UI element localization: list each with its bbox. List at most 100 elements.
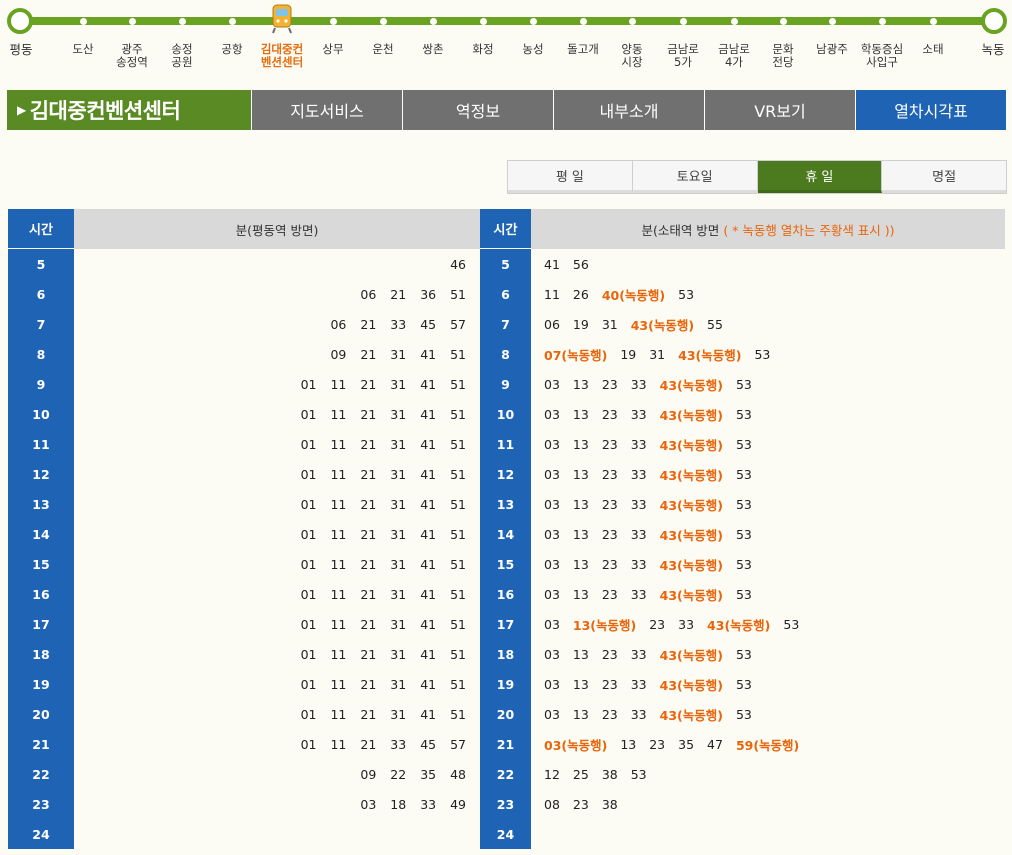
hour-cell: 15: [32, 556, 50, 572]
departure-minute: 56: [572, 256, 589, 272]
minutes-cell: 01 11 21 31 41 51: [287, 669, 466, 699]
departure-minute: 33: [630, 586, 647, 602]
hour-cell: 9: [501, 376, 510, 392]
nokdong-departure-minute: 43(녹동행): [659, 527, 723, 543]
departure-minute: 01: [300, 526, 317, 542]
minute-header-note: ( * 녹동행 열차는 주황색 표시 )): [723, 222, 895, 238]
table-row: 18 03 13 23 33 43(녹동행) 53: [480, 639, 1005, 669]
tab-2[interactable]: 내부소개: [553, 90, 704, 130]
station-label[interactable]: 녹동: [963, 43, 1012, 56]
minutes-cell: 06 21 33 45 57: [316, 309, 466, 339]
departure-minute: 33: [390, 316, 407, 332]
station-dot: [628, 18, 636, 25]
tab-4[interactable]: 열차시각표: [855, 90, 1006, 130]
departure-minute: 31: [390, 466, 407, 482]
departure-minute: 11: [330, 496, 347, 512]
departure-minute: 23: [601, 376, 618, 392]
departure-minute: 53: [735, 676, 752, 692]
hour-cell: 9: [36, 376, 46, 392]
table-row: 20 03 13 23 33 43(녹동행) 53: [480, 699, 1005, 729]
nokdong-departure-minute: 40(녹동행): [601, 287, 666, 303]
hour-cell: 20: [32, 706, 50, 722]
departure-minute: 49: [450, 796, 466, 812]
nokdong-departure-minute: 43(녹동행): [630, 317, 695, 333]
hour-cell: 24: [32, 826, 50, 842]
station-dot: [679, 18, 687, 25]
day-tab[interactable]: 휴 일: [757, 161, 883, 193]
departure-minute: 01: [300, 616, 317, 632]
departure-minute: 38: [601, 796, 618, 812]
departure-minute: 23: [601, 466, 618, 482]
departure-minute: 41: [420, 376, 437, 392]
nokdong-departure-minute: 03(녹동행): [544, 737, 608, 753]
departure-minute: 41: [544, 256, 560, 272]
departure-minute: 41: [420, 556, 437, 572]
station-label[interactable]: 소태: [903, 43, 963, 56]
day-tab[interactable]: 평 일: [508, 161, 633, 193]
departure-minute: 53: [735, 406, 752, 422]
hour-cell: 10: [32, 406, 50, 422]
departure-minute: 33: [630, 406, 647, 422]
day-tab[interactable]: 명절: [882, 161, 1006, 193]
station-title: ▶ 김대중컨벤션센터: [7, 90, 251, 130]
hour-cell: 11: [496, 436, 515, 452]
table-row: 6 11 26 40(녹동행) 53: [480, 279, 1005, 309]
departure-minute: 03: [544, 556, 560, 572]
minutes-cell: 01 11 21 31 41 51: [287, 579, 466, 609]
departure-minute: 13: [572, 526, 589, 542]
departure-minute: 23: [572, 796, 589, 812]
tab-0[interactable]: 지도서비스: [251, 90, 402, 130]
departure-minute: 03: [544, 406, 560, 422]
minutes-cell: 03 13 23 33 43(녹동행) 53: [544, 699, 765, 729]
table-row: 9 03 13 23 33 43(녹동행) 53: [480, 369, 1005, 399]
departure-minute: 11: [330, 406, 347, 422]
table-row: 19 03 13 23 33 43(녹동행) 53: [480, 669, 1005, 699]
nokdong-departure-minute: 43(녹동행): [659, 707, 723, 723]
day-tab[interactable]: 토요일: [632, 161, 758, 193]
departure-minute: 13: [572, 556, 589, 572]
minutes-cell: 01 11 21 31 41 51: [287, 489, 466, 519]
minutes-cell: 03 13 23 33 43(녹동행) 53: [544, 549, 765, 579]
departure-minute: 03: [544, 706, 560, 722]
nokdong-departure-minute: 43(녹동행): [659, 497, 723, 513]
hour-cell: 14: [32, 526, 50, 542]
table-row: 16 01 11 21 31 41 51: [8, 579, 480, 609]
departure-minute: 21: [360, 406, 377, 422]
nokdong-departure-minute: 43(녹동행): [659, 437, 723, 453]
table-row: 14 03 13 23 33 43(녹동행) 53: [480, 519, 1005, 549]
minutes-cell: 11 26 40(녹동행) 53: [544, 279, 707, 309]
nokdong-departure-minute: 43(녹동행): [659, 407, 723, 423]
departure-minute: 51: [450, 406, 466, 422]
departure-minute: 22: [390, 766, 407, 782]
departure-minute: 53: [735, 646, 752, 662]
table-row: 13 03 13 23 33 43(녹동행) 53: [480, 489, 1005, 519]
station-dot: [228, 18, 236, 25]
departure-minute: 21: [360, 706, 377, 722]
tab-1[interactable]: 역정보: [402, 90, 553, 130]
nokdong-departure-minute: 43(녹동행): [659, 467, 723, 483]
departure-minute: 21: [360, 586, 377, 602]
minutes-cell: 01 11 21 31 41 51: [287, 609, 466, 639]
station-dot: [779, 18, 787, 25]
departure-minute: 48: [450, 766, 466, 782]
hour-cell: 14: [496, 526, 515, 542]
minutes-cell: 06 19 31 43(녹동행) 55: [544, 309, 736, 339]
station-label[interactable]: 평동: [0, 43, 51, 56]
minutes-cell: 03 18 33 49: [346, 789, 466, 819]
departure-minute: 23: [601, 526, 618, 542]
table-row: 23 08 23 38: [480, 789, 1005, 819]
table-row: 10 01 11 21 31 41 51: [8, 399, 480, 429]
departure-minute: 11: [330, 466, 347, 482]
table-row: 13 01 11 21 31 41 51: [8, 489, 480, 519]
tab-3[interactable]: VR보기: [704, 90, 855, 130]
departure-minute: 11: [330, 676, 347, 692]
hour-cell: 8: [36, 346, 46, 362]
table-row: 22 09 22 35 48: [8, 759, 480, 789]
departure-minute: 33: [630, 646, 647, 662]
minute-header-label: 분(소태역 방면: [641, 222, 720, 238]
hour-cell: 24: [496, 826, 515, 842]
departure-minute: 33: [630, 376, 647, 392]
hour-cell: 13: [32, 496, 50, 512]
nokdong-departure-minute: 43(녹동행): [659, 677, 723, 693]
departure-minute: 01: [300, 676, 317, 692]
